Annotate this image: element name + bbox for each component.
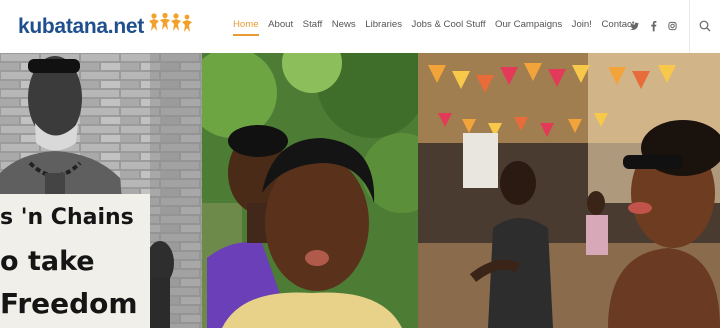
- photo-selfie: [202, 53, 418, 328]
- nav-item-join[interactable]: Join!: [572, 19, 592, 31]
- nav-item-home[interactable]: Home: [233, 19, 259, 36]
- nav-item-news[interactable]: News: [332, 19, 356, 31]
- photo-protester: s 'n Chains o take Freedom: [0, 53, 202, 328]
- logo-people-icon: [148, 13, 192, 32]
- sign-line-3: Freedom: [0, 287, 138, 320]
- twitter-icon[interactable]: [630, 19, 639, 31]
- protest-sign: s 'n Chains o take Freedom: [0, 194, 150, 328]
- nav-item-staff[interactable]: Staff: [303, 19, 323, 31]
- search-button[interactable]: [699, 19, 711, 37]
- sign-line-1: s 'n Chains: [0, 205, 134, 230]
- nav-item-about[interactable]: About: [268, 19, 293, 31]
- search-icon: [699, 20, 711, 32]
- selfie-photo-image: [202, 53, 418, 328]
- main-nav: Home About Staff News Libraries Jobs & Cool S…: [233, 19, 644, 36]
- instagram-icon[interactable]: [668, 19, 677, 31]
- logo-text: kubatana.net: [18, 15, 144, 38]
- site-logo[interactable]: kubatana.net: [18, 13, 192, 39]
- nav-item-libraries[interactable]: Libraries: [365, 19, 402, 31]
- nav-item-jobs-cool-stuff[interactable]: Jobs & Cool Stuff: [412, 19, 486, 31]
- nav-item-our-campaigns[interactable]: Our Campaigns: [495, 19, 562, 31]
- social-links: [630, 19, 677, 32]
- facebook-icon[interactable]: [649, 19, 658, 32]
- sign-line-2: o take: [0, 246, 95, 277]
- hero-photo-banner: s 'n Chains o take Freedom: [0, 53, 720, 328]
- gathering-photo-image: [418, 53, 720, 328]
- photo-gathering: [418, 53, 720, 328]
- site-header: kubatana.net Home About Staff News Libraries…: [0, 0, 720, 53]
- header-divider: [689, 0, 690, 53]
